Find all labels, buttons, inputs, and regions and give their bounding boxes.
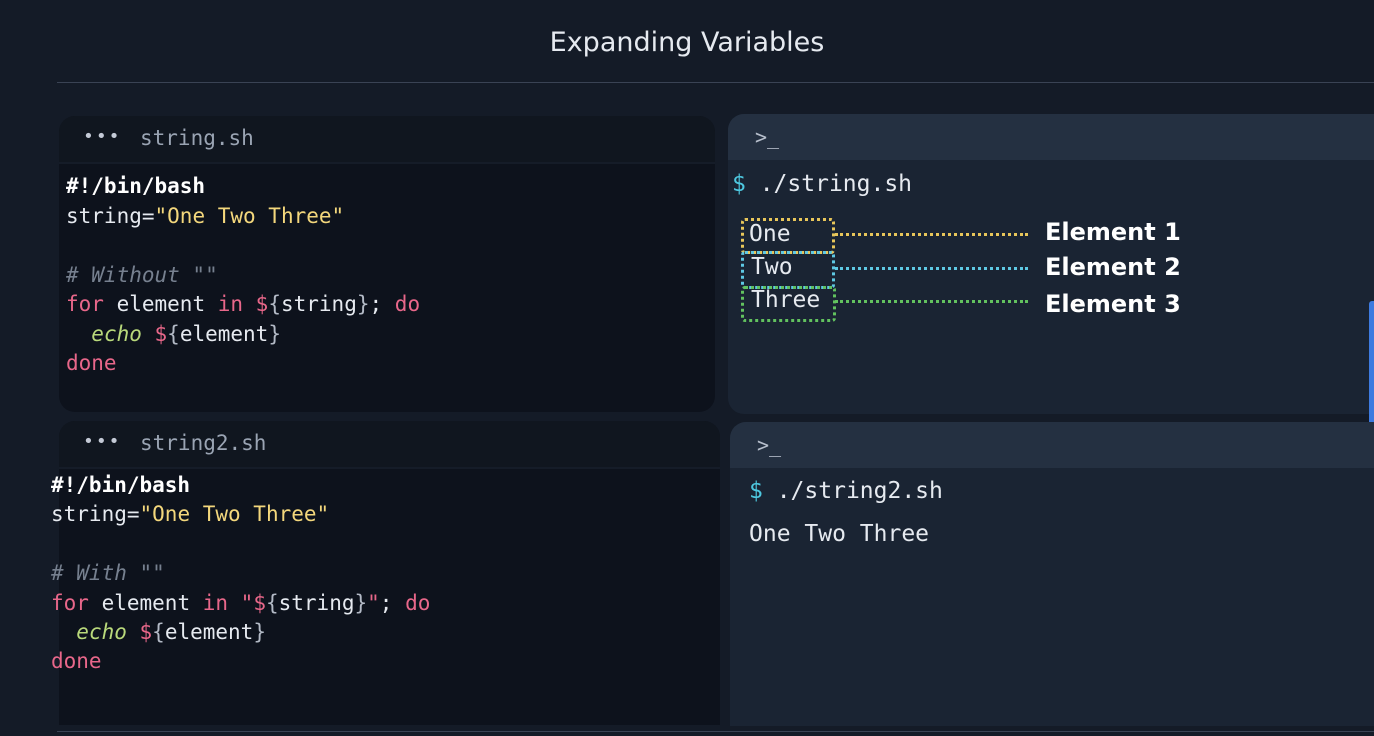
terminal-command-line: $ ./string.sh: [732, 171, 912, 197]
editor-header: ••• string.sh: [59, 116, 715, 164]
code-echo: echo: [76, 620, 127, 645]
slide-title: Expanding Variables: [549, 27, 825, 58]
code-open-brace: {: [265, 590, 279, 615]
code-var-element: element: [179, 321, 269, 346]
keyword-done: done: [66, 351, 117, 375]
terminal-dollar: $: [732, 171, 746, 197]
code-open-brace: {: [167, 321, 180, 346]
code-element: element: [88, 590, 203, 615]
editor-header: ••• string2.sh: [59, 421, 720, 469]
code-close-brace: }: [253, 620, 266, 645]
keyword-do: do: [394, 292, 421, 316]
editor-filename: string.sh: [140, 126, 254, 150]
terminal-dollar: $: [749, 478, 763, 504]
terminal-header: >_: [728, 114, 1374, 160]
code-var-element: element: [164, 620, 254, 645]
element-3-leader: [835, 300, 1028, 303]
code-echo: echo: [91, 321, 142, 346]
output-word-three: Three: [751, 287, 821, 313]
code-close-brace: }: [268, 321, 281, 346]
terminal-command: ./string2.sh: [762, 478, 943, 504]
code-open-brace: {: [268, 292, 281, 316]
terminal-prompt-icon: >_: [757, 433, 782, 457]
keyword-done: done: [51, 649, 102, 674]
code-close-brace: }: [354, 590, 368, 615]
keyword-do: do: [405, 590, 431, 615]
code-dollar: $: [243, 292, 269, 316]
code-shebang: #!/bin/bash: [66, 174, 206, 198]
code-element: element: [103, 292, 218, 316]
terminal-output: One Two Three: [749, 521, 930, 547]
terminal-string2-sh: >_: [730, 422, 1374, 726]
code-close-brace: }: [356, 292, 370, 316]
code-open-brace: {: [152, 620, 165, 645]
output-word-one: One: [749, 221, 791, 247]
terminal-header: >_: [730, 422, 1374, 468]
element-2-leader: [835, 267, 1028, 270]
keyword-in: in: [217, 292, 244, 316]
code-var-string: string: [278, 590, 355, 615]
output-word-two: Two: [751, 254, 793, 280]
element-2-label: Element 2: [1045, 253, 1181, 281]
editor-filename: string2.sh: [140, 431, 267, 455]
element-3-label: Element 3: [1045, 290, 1181, 318]
window-dots-icon: •••: [83, 126, 122, 147]
code-comment: # With "": [51, 561, 165, 586]
code-assign-value: "One Two Three": [139, 502, 330, 527]
code-block-string2-sh: #!/bin/bash string="One Two Three" # Wit…: [51, 471, 430, 677]
code-block-string-sh: #!/bin/bash string="One Two Three" # Wit…: [66, 172, 420, 379]
window-dots-icon: •••: [83, 431, 122, 452]
code-semicolon: ;: [379, 590, 406, 615]
code-semicolon: ;: [369, 292, 395, 316]
bottom-divider: [57, 731, 1374, 732]
code-dollar: $: [141, 321, 168, 346]
keyword-in: in: [202, 590, 229, 615]
code-assign-value: "One Two Three": [154, 203, 345, 228]
element-1-leader: [835, 233, 1028, 236]
keyword-for: for: [66, 292, 104, 316]
terminal-command: ./string.sh: [745, 171, 913, 197]
code-dollar: $: [126, 620, 153, 645]
title-divider: [57, 82, 1374, 83]
terminal-command-line: $ ./string2.sh: [749, 478, 943, 504]
code-var-string: string: [280, 292, 357, 316]
keyword-for: for: [51, 590, 89, 615]
code-assign-var: string=: [51, 502, 140, 527]
code-quote-close: ": [367, 590, 380, 615]
code-quote-dollar: "$: [228, 590, 266, 615]
code-assign-var: string=: [66, 203, 155, 228]
element-1-label: Element 1: [1045, 218, 1181, 246]
code-shebang: #!/bin/bash: [51, 473, 191, 497]
terminal-prompt-icon: >_: [755, 125, 780, 149]
code-comment: # Without "": [66, 262, 218, 287]
